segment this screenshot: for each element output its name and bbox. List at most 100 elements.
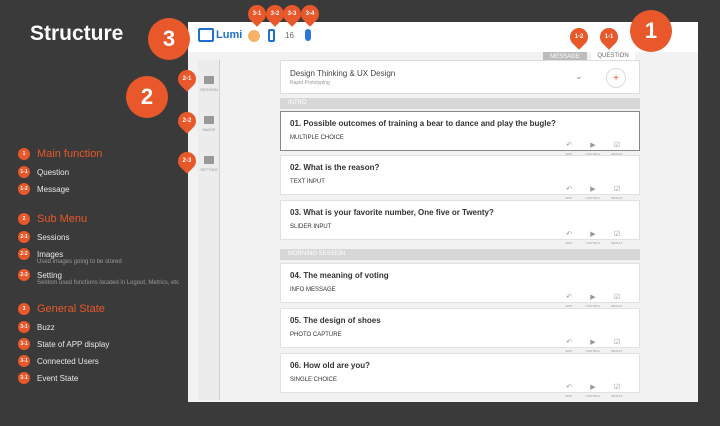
top-bar: Lumi 16 (188, 22, 698, 52)
question-actions: ↶ EDIT ▶ CONTROL ☑ RESULT (557, 223, 629, 245)
edit-button[interactable]: ↶ EDIT (557, 331, 581, 353)
question-type: PHOTO CAPTURE (290, 332, 342, 338)
edit-button[interactable]: ↶ EDIT (557, 178, 581, 200)
reply-icon: ↶ (566, 231, 572, 238)
marker-1: 1 (630, 10, 672, 52)
legend-sublabel: Used images going to be stored (37, 259, 122, 265)
question-card[interactable]: 01. Possible outcomes of training a bear… (280, 111, 640, 156)
checkbox-icon: ☑ (613, 142, 621, 149)
reply-icon: ↶ (566, 294, 572, 301)
legend-heading: General State (37, 303, 105, 315)
legend-label-text: Images (37, 250, 64, 259)
legend-heading: Sub Menu (37, 213, 88, 225)
pin-2-2: 2-2 (174, 108, 200, 134)
legend-number: 3-1 (18, 321, 30, 333)
legend: 1 Main function 1-1 Question 1-2 Message 2S… (18, 146, 183, 400)
legend-label: Question (37, 168, 70, 177)
question-actions: ↶ EDIT ▶ CONTROL ☑ RESULT (557, 331, 629, 353)
sidebar: SESSION IMAGE SETTING (198, 60, 220, 400)
question-card[interactable]: 04. The meaning of voting INFO MESSAGE ↶… (280, 263, 640, 308)
result-button[interactable]: ☑ RESULT (605, 331, 629, 353)
question-type: INFO MESSAGE (290, 287, 336, 293)
question-card[interactable]: 02. What is the reason? TEXT INPUT ↶ EDIT… (280, 155, 640, 200)
app-logo: Lumi (198, 28, 242, 42)
result-button[interactable]: ☑ RESULT (605, 223, 629, 245)
marker-3: 3 (148, 18, 190, 60)
play-icon: ▶ (590, 186, 596, 193)
question-text: 05. The design of shoes (290, 316, 381, 325)
legend-label: Connected Users (37, 357, 99, 366)
pin-1-1: 1-1 (596, 24, 622, 50)
question-actions: ↶ EDIT ▶ CONTROL ☑ RESULT (557, 178, 629, 200)
sidebar-item-session[interactable]: SESSION (198, 66, 220, 102)
legend-main-function: 1 Main function 1-1 Question 1-2 Message (18, 146, 183, 197)
sidebar-item-label: SETTING (200, 167, 218, 172)
pin-label: 3-1 (252, 11, 262, 17)
checkbox-icon: ☑ (613, 294, 621, 301)
pin-3-4: 3-4 (297, 1, 323, 27)
sidebar-item-label: SESSION (200, 87, 218, 92)
pin-2-1: 2-1 (174, 66, 200, 92)
checkbox-icon: ☑ (613, 231, 621, 238)
legend-number: 3 (18, 303, 30, 315)
pin-2-3: 2-3 (174, 148, 200, 174)
control-button[interactable]: ▶ CONTROL (581, 134, 605, 156)
question-text: 01. Possible outcomes of training a bear… (290, 119, 556, 128)
marker-2: 2 (126, 76, 168, 118)
sidebar-item-setting[interactable]: SETTING (198, 146, 220, 182)
folder-icon (204, 76, 214, 84)
microphone-icon (305, 29, 311, 41)
add-question-button[interactable]: + (606, 68, 626, 88)
legend-number: 3-1 (18, 355, 30, 367)
result-label: RESULT (611, 241, 623, 245)
result-button[interactable]: ☑ RESULT (605, 376, 629, 398)
sidebar-item-image[interactable]: IMAGE (198, 106, 220, 142)
pin-label: 3-2 (270, 11, 280, 17)
legend-label: Setting Seldom used functions located in … (37, 271, 179, 287)
edit-button[interactable]: ↶ EDIT (557, 286, 581, 308)
result-button[interactable]: ☑ RESULT (605, 134, 629, 156)
control-button[interactable]: ▶ CONTROL (581, 331, 605, 353)
question-card[interactable]: 05. The design of shoes PHOTO CAPTURE ↶ E… (280, 308, 640, 353)
control-button[interactable]: ▶ CONTROL (581, 223, 605, 245)
pin-label: 2-1 (182, 76, 192, 82)
checkbox-icon: ☑ (613, 186, 621, 193)
control-button[interactable]: ▶ CONTROL (581, 286, 605, 308)
buzz-icon[interactable] (248, 30, 260, 42)
question-actions: ↶ EDIT ▶ CONTROL ☑ RESULT (557, 286, 629, 308)
checkbox-icon: ☑ (613, 339, 621, 346)
play-icon: ▶ (590, 142, 596, 149)
result-label: RESULT (611, 394, 623, 398)
legend-number: 1 (18, 148, 30, 160)
legend-sub-menu: 2 Sub Menu 2-1 Sessions 2-2 Images Used imag… (18, 211, 183, 287)
question-card[interactable]: 06. How old are you? SINGLE CHOICE ↶ EDIT… (280, 353, 640, 398)
edit-button[interactable]: ↶ EDIT (557, 223, 581, 245)
play-icon: ▶ (590, 384, 596, 391)
control-button[interactable]: ▶ CONTROL (581, 178, 605, 200)
legend-number: 1-1 (18, 166, 30, 178)
control-button[interactable]: ▶ CONTROL (581, 376, 605, 398)
legend-number: 3-1 (18, 338, 30, 350)
reply-icon: ↶ (566, 339, 572, 346)
control-label: CONTROL (585, 241, 601, 245)
question-actions: ↶ EDIT ▶ CONTROL ☑ RESULT (557, 376, 629, 398)
pin-label: 2-2 (182, 118, 192, 124)
edit-button[interactable]: ↶ EDIT (557, 376, 581, 398)
legend-number: 1-2 (18, 183, 30, 195)
legend-sublabel: Seldom used functions located in Logout,… (37, 280, 180, 286)
play-icon: ▶ (590, 339, 596, 346)
pin-label: 3-3 (287, 11, 297, 17)
reply-icon: ↶ (566, 384, 572, 391)
legend-heading: Main function (37, 148, 103, 160)
edit-label: EDIT (565, 241, 573, 245)
session-subtitle: Rapid Prototyping (290, 80, 330, 86)
edit-button[interactable]: ↶ EDIT (557, 134, 581, 156)
question-card[interactable]: 03. What is your favorite number, One fi… (280, 200, 640, 245)
result-button[interactable]: ☑ RESULT (605, 178, 629, 200)
result-button[interactable]: ☑ RESULT (605, 286, 629, 308)
logo-text: Lumi (216, 29, 243, 41)
reply-icon: ↶ (566, 186, 572, 193)
session-selector[interactable]: Design Thinking & UX Design Rapid Protot… (280, 60, 640, 94)
chevron-down-icon[interactable]: ⌄ (575, 71, 583, 82)
legend-label: Sessions (37, 233, 70, 242)
